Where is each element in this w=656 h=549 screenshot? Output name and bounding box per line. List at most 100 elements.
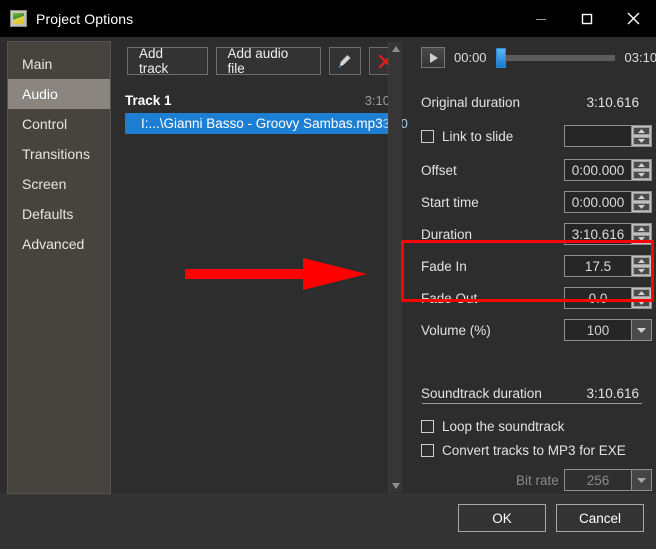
offset-field[interactable]: 0:00.000 (564, 159, 652, 181)
loop-soundtrack-label: Loop the soundtrack (442, 418, 565, 434)
dialog-footer: OK Cancel (0, 494, 656, 549)
fade-in-spinner[interactable] (631, 255, 652, 277)
link-to-slide-checkbox[interactable]: Link to slide (421, 129, 513, 144)
link-to-slide-label: Link to slide (442, 128, 514, 144)
spinner-down-icon[interactable] (633, 299, 650, 307)
fade-in-field[interactable]: 17.5 (564, 255, 652, 277)
spinner-up-icon[interactable] (633, 257, 650, 265)
bit-rate-field: 256 (564, 469, 652, 491)
microphone-icon[interactable] (328, 47, 362, 75)
project-options-dialog: Project Options Main Audio Control Trans… (0, 0, 656, 549)
original-duration-label: Original duration (421, 94, 521, 110)
start-time-field[interactable]: 0:00.000 (564, 191, 652, 213)
sidebar: Main Audio Control Transitions Screen De… (7, 41, 111, 494)
duration-field[interactable]: 3:10.616 (564, 223, 652, 245)
fade-out-field[interactable]: 0.0 (564, 287, 652, 309)
track-list-scrollbar[interactable] (388, 42, 402, 493)
sidebar-item-audio[interactable]: Audio (8, 79, 110, 109)
start-time-input[interactable]: 0:00.000 (564, 191, 631, 213)
offset-spinner[interactable] (631, 159, 652, 181)
start-time-spinner[interactable] (631, 191, 652, 213)
spinner-down-icon[interactable] (633, 267, 650, 275)
bit-rate-combobox: 256 (564, 469, 652, 491)
sidebar-item-screen[interactable]: Screen (8, 169, 110, 199)
sidebar-item-label: Control (22, 116, 68, 132)
convert-mp3-checkbox[interactable]: Convert tracks to MP3 for EXE (421, 443, 626, 458)
spinner-down-icon[interactable] (633, 171, 650, 179)
seek-thumb[interactable] (495, 47, 506, 68)
audio-properties-panel: 00:00 03:10 Original duration 3:10.616 L… (410, 41, 656, 494)
offset-label: Offset (421, 162, 457, 178)
fade-out-input[interactable]: 0.0 (564, 287, 631, 309)
volume-combobox[interactable]: 100 (564, 319, 652, 341)
fade-out-label: Fade Out (421, 290, 478, 306)
app-photo-icon (10, 10, 27, 27)
scroll-up-arrow-icon[interactable] (389, 42, 403, 56)
player-total-time: 03:10 (624, 50, 656, 65)
link-to-slide-spinner[interactable] (631, 125, 652, 147)
footer-buttons: OK Cancel (458, 504, 644, 532)
offset-input[interactable]: 0:00.000 (564, 159, 631, 181)
spinner-up-icon[interactable] (633, 289, 650, 297)
sidebar-item-main[interactable]: Main (8, 49, 110, 79)
sidebar-item-defaults[interactable]: Defaults (8, 199, 110, 229)
add-track-button[interactable]: Add track (127, 46, 208, 76)
spinner-up-icon[interactable] (633, 127, 650, 135)
fade-in-input[interactable]: 17.5 (564, 255, 631, 277)
loop-soundtrack-checkbox[interactable]: Loop the soundtrack (421, 419, 564, 434)
track-name: Track 1 (125, 92, 172, 108)
volume-value[interactable]: 100 (564, 319, 631, 341)
fade-in-row: Fade In 17.5 (421, 255, 652, 277)
chevron-down-icon[interactable] (631, 319, 652, 341)
sidebar-item-control[interactable]: Control (8, 109, 110, 139)
sidebar-item-label: Audio (22, 86, 58, 102)
fade-in-label: Fade In (421, 258, 467, 274)
ok-button[interactable]: OK (458, 504, 546, 532)
spinner-down-icon[interactable] (633, 137, 650, 145)
minimize-icon[interactable] (518, 0, 564, 37)
cancel-label: Cancel (578, 510, 622, 526)
link-to-slide-row: Link to slide (421, 125, 652, 147)
spinner-down-icon[interactable] (633, 203, 650, 211)
scroll-down-arrow-icon[interactable] (389, 479, 403, 493)
ok-label: OK (492, 510, 512, 526)
link-to-slide-input[interactable] (564, 125, 631, 147)
duration-label: Duration (421, 226, 473, 242)
add-audio-file-button[interactable]: Add audio file (215, 46, 321, 76)
loop-soundtrack-row: Loop the soundtrack (421, 415, 646, 437)
duration-input[interactable]: 3:10.616 (564, 223, 631, 245)
duration-row: Duration 3:10.616 (421, 223, 652, 245)
sidebar-item-advanced[interactable]: Advanced (8, 229, 110, 259)
start-time-row: Start time 0:00.000 (421, 191, 652, 213)
volume-field[interactable]: 100 (564, 319, 652, 341)
list-item[interactable]: I:...\Gianni Basso - Groovy Sambas.mp3 3… (125, 113, 408, 134)
start-time-label: Start time (421, 194, 479, 210)
spinner-down-icon[interactable] (633, 235, 650, 243)
volume-row: Volume (%) 100 (421, 319, 652, 341)
volume-label: Volume (%) (421, 322, 491, 338)
checkbox-box (421, 443, 434, 457)
soundtrack-duration-row: Soundtrack duration 3:10.616 (421, 382, 646, 404)
bit-rate-row: Bit rate 256 (421, 469, 652, 491)
player-seek-slider[interactable] (495, 47, 615, 68)
close-icon[interactable] (610, 0, 656, 37)
maximize-icon[interactable] (564, 0, 610, 37)
fade-out-spinner[interactable] (631, 287, 652, 309)
duration-spinner[interactable] (631, 223, 652, 245)
track-toolbar: Add track Add audio file (127, 46, 402, 76)
add-audio-file-label: Add audio file (227, 46, 289, 76)
spinner-up-icon[interactable] (633, 161, 650, 169)
play-icon[interactable] (421, 47, 445, 68)
annotation-arrow-icon (185, 258, 367, 290)
cancel-button[interactable]: Cancel (556, 504, 644, 532)
sidebar-item-label: Advanced (22, 236, 85, 252)
bit-rate-label: Bit rate (516, 472, 559, 488)
original-duration-row: Original duration 3:10.616 (421, 91, 646, 113)
spinner-up-icon[interactable] (633, 193, 650, 201)
spinner-up-icon[interactable] (633, 225, 650, 233)
bit-rate-value: 256 (564, 469, 631, 491)
player-current-time: 00:00 (454, 50, 487, 65)
window-controls (518, 0, 656, 37)
link-to-slide-field[interactable] (564, 125, 652, 147)
sidebar-item-transitions[interactable]: Transitions (8, 139, 110, 169)
